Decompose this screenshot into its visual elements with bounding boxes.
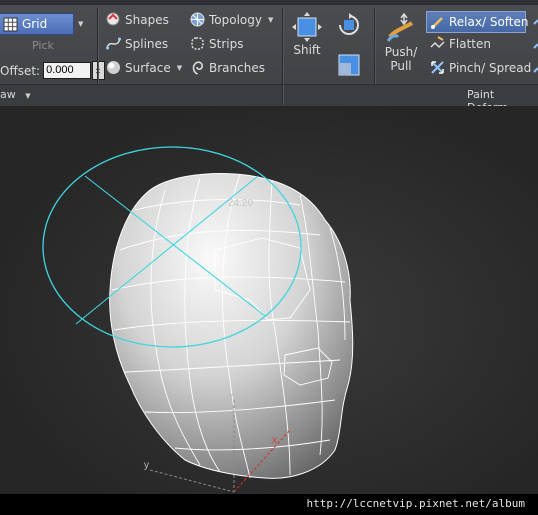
push-pull-label-1: Push/ xyxy=(384,45,418,59)
brush-readout: 24.20 xyxy=(228,198,253,209)
rotate-button[interactable] xyxy=(336,12,364,38)
relax-brush-icon xyxy=(430,15,445,30)
push-pull-icon xyxy=(384,11,418,45)
shift-label: Shift xyxy=(293,43,321,57)
shapes-button[interactable]: Shapes xyxy=(106,12,169,27)
watermark-url: http://lccnetvip.pixnet.net/album xyxy=(306,497,525,510)
splines-icon xyxy=(106,36,121,51)
offset-input[interactable]: 0.000 xyxy=(43,62,92,79)
chevron-down-icon[interactable]: ▼ xyxy=(78,20,83,28)
surface-icon xyxy=(106,60,121,75)
draw-panel-label[interactable]: aw ▼ xyxy=(0,88,31,101)
topology-label: Topology xyxy=(209,12,262,27)
surface-label: Surface xyxy=(125,60,171,75)
head-mesh[interactable] xyxy=(109,173,354,479)
rotate-icon xyxy=(336,12,362,38)
topology-dropdown[interactable]: Topology ▼ xyxy=(190,12,273,27)
grid-label: Grid xyxy=(22,17,48,31)
offset-row: Offset: 0.000 xyxy=(0,61,106,80)
splines-label: Splines xyxy=(125,36,169,51)
strips-label: Strips xyxy=(209,36,244,51)
axis-x-label: x xyxy=(272,435,277,446)
flatten-button[interactable]: Flatten xyxy=(430,36,491,51)
pinch-spread-label: Pinch/ Spread xyxy=(449,60,532,75)
relax-soften-label: Relax/ Soften xyxy=(449,15,529,29)
offset-spinner[interactable] xyxy=(92,61,106,80)
surface-dropdown[interactable]: Surface ▼ xyxy=(106,60,182,75)
shift-icon xyxy=(291,11,323,43)
scale-icon xyxy=(336,52,362,78)
shapes-icon xyxy=(106,12,121,27)
shapes-label: Shapes xyxy=(125,12,169,27)
app-window: { "ribbon": { "draw": { "grid_label": "G… xyxy=(0,0,538,515)
overflow-icons xyxy=(530,14,538,84)
chevron-down-icon[interactable]: ▼ xyxy=(177,64,182,72)
push-pull-button[interactable]: Push/ Pull xyxy=(380,11,422,73)
strips-button[interactable]: Strips xyxy=(190,36,243,51)
ribbon-top-strip xyxy=(0,0,538,5)
ribbon-panel-footer: aw ▼ Paint Deform xyxy=(0,84,538,114)
shift-button[interactable]: Shift xyxy=(290,11,324,57)
grid-icon xyxy=(3,17,18,32)
offset-label: Offset: xyxy=(0,63,41,78)
branches-icon xyxy=(190,60,205,75)
chevron-down-icon[interactable]: ▼ xyxy=(25,92,30,100)
branches-button[interactable]: Branches xyxy=(190,60,265,75)
push-pull-label-2: Pull xyxy=(390,59,412,73)
viewport-3d[interactable]: 24.20 z y x xyxy=(0,106,538,494)
pinch-spread-button[interactable]: Pinch/ Spread xyxy=(430,60,531,75)
splines-button[interactable]: Splines xyxy=(106,36,168,51)
separator xyxy=(282,85,283,105)
pinch-spread-icon xyxy=(430,60,445,75)
flatten-icon xyxy=(430,36,445,51)
watermark-bar: http://lccnetvip.pixnet.net/album xyxy=(0,494,538,515)
scale-button[interactable] xyxy=(336,52,364,78)
strips-icon xyxy=(190,36,205,51)
relax-soften-button[interactable]: Relax/ Soften xyxy=(426,11,529,33)
branches-label: Branches xyxy=(209,60,265,75)
draw-panel-label-text: aw xyxy=(0,88,16,101)
pick-label[interactable]: Pick xyxy=(32,39,54,52)
topology-icon xyxy=(190,12,205,27)
grid-dropdown[interactable]: Grid ▼ xyxy=(0,13,86,35)
axis-y-label: y xyxy=(144,460,149,471)
chevron-down-icon[interactable]: ▼ xyxy=(268,16,273,24)
ribbon: Grid ▼ Pick Offset: 0.000 Shapes Splines… xyxy=(0,0,538,114)
axis-z-label: z xyxy=(228,392,233,403)
flatten-label: Flatten xyxy=(449,36,491,51)
